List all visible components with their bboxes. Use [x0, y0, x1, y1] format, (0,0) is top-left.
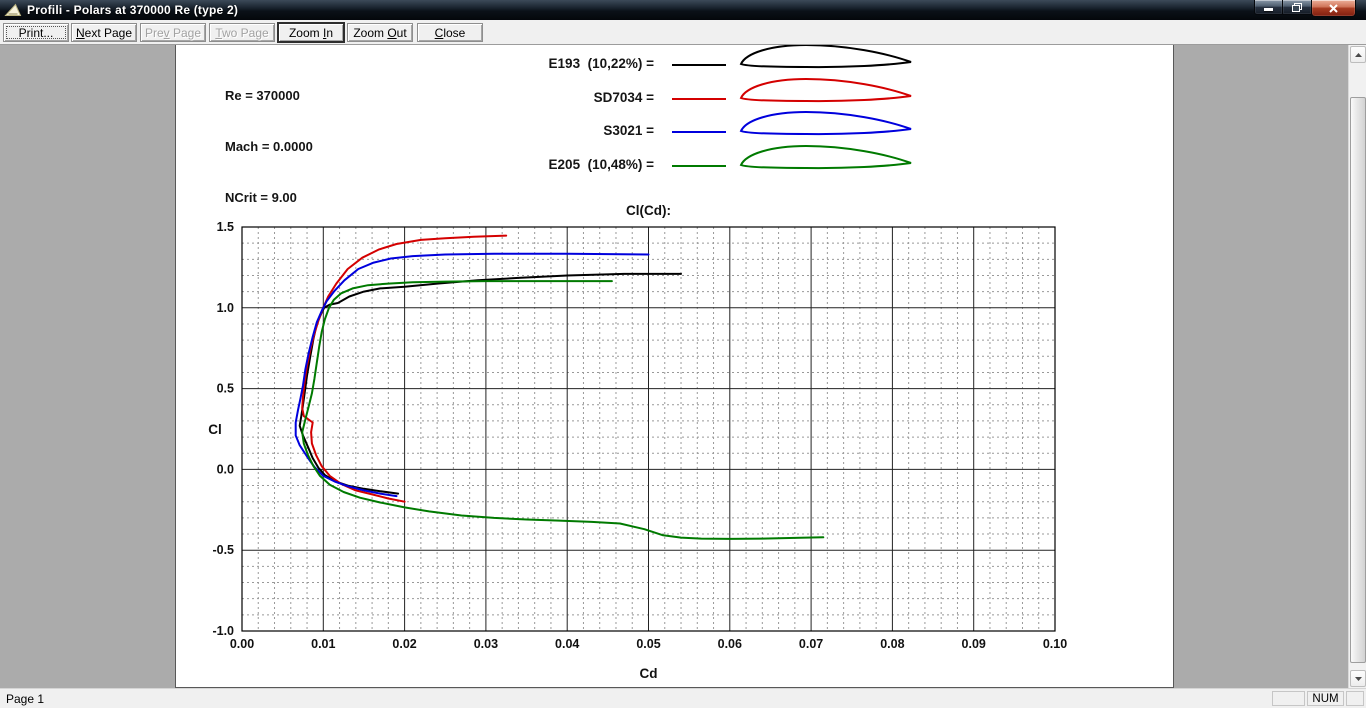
svg-text:0.02: 0.02	[392, 637, 416, 651]
restore-icon	[1292, 2, 1302, 12]
svg-text:0.09: 0.09	[962, 637, 986, 651]
preview-area: Re = 370000 Mach = 0.0000 NCrit = 9.00 E…	[0, 45, 1348, 688]
status-bar: Page 1 NUM	[0, 688, 1366, 708]
page-indicator: Page 1	[6, 692, 45, 706]
zoom-in-button[interactable]: Zoom In	[278, 23, 344, 42]
window-controls	[1254, 0, 1356, 17]
svg-text:0.00: 0.00	[230, 637, 254, 651]
caps-lock-pane	[1272, 691, 1305, 706]
prev-page-button: Prev Page	[140, 23, 206, 42]
svg-text:-0.5: -0.5	[212, 543, 234, 557]
svg-text:0.0: 0.0	[217, 462, 234, 476]
num-lock-indicator: NUM	[1307, 691, 1344, 706]
preview-page: Re = 370000 Mach = 0.0000 NCrit = 9.00 E…	[175, 45, 1174, 688]
svg-text:0.05: 0.05	[636, 637, 660, 651]
polar-chart: Cl(Cd): Cd Cl 0.00 0.01 0.02 0.03 0.04 0.05 0.06 0…	[208, 203, 1067, 681]
print-button[interactable]: Print...	[3, 23, 69, 42]
svg-text:Cl: Cl	[208, 422, 222, 437]
svg-text:-1.0: -1.0	[212, 624, 234, 638]
svg-text:0.5: 0.5	[217, 382, 234, 396]
scrollbar-thumb[interactable]	[1350, 97, 1366, 663]
svg-text:1.5: 1.5	[217, 220, 234, 234]
svg-text:0.03: 0.03	[474, 637, 498, 651]
minimize-button[interactable]	[1254, 0, 1283, 15]
application-window: Profili - Polars at 370000 Re (type 2) P…	[0, 0, 1366, 708]
svg-text:Cd: Cd	[640, 666, 658, 681]
close-button[interactable]: Close	[417, 23, 483, 42]
zoom-out-button[interactable]: Zoom Out	[347, 23, 413, 42]
restore-button[interactable]	[1283, 0, 1311, 15]
svg-text:0.04: 0.04	[555, 637, 579, 651]
scroll-up-button[interactable]	[1350, 46, 1366, 63]
title-bar: Profili - Polars at 370000 Re (type 2)	[0, 0, 1366, 20]
svg-text:Cl(Cd):: Cl(Cd):	[626, 203, 671, 218]
svg-text:0.06: 0.06	[718, 637, 742, 651]
toolbar: Print... Next Page Prev Page Two Page Zoom I…	[0, 20, 1366, 45]
window-title: Profili - Polars at 370000 Re (type 2)	[27, 3, 239, 17]
scroll-down-icon	[1354, 676, 1362, 681]
scroll-down-button[interactable]	[1350, 670, 1366, 687]
svg-text:0.10: 0.10	[1043, 637, 1067, 651]
minimize-icon	[1264, 8, 1273, 11]
next-page-button[interactable]: Next Page	[71, 23, 137, 42]
close-icon	[1329, 3, 1338, 13]
close-button[interactable]	[1311, 0, 1356, 17]
two-page-button: Two Page	[209, 23, 275, 42]
svg-text:1.0: 1.0	[217, 301, 234, 315]
svg-text:0.01: 0.01	[311, 637, 335, 651]
svg-text:0.08: 0.08	[880, 637, 904, 651]
svg-text:0.07: 0.07	[799, 637, 823, 651]
scroll-up-icon	[1354, 52, 1362, 57]
vertical-scrollbar[interactable]	[1348, 45, 1366, 688]
scroll-lock-pane	[1346, 691, 1364, 706]
app-icon	[4, 3, 22, 16]
